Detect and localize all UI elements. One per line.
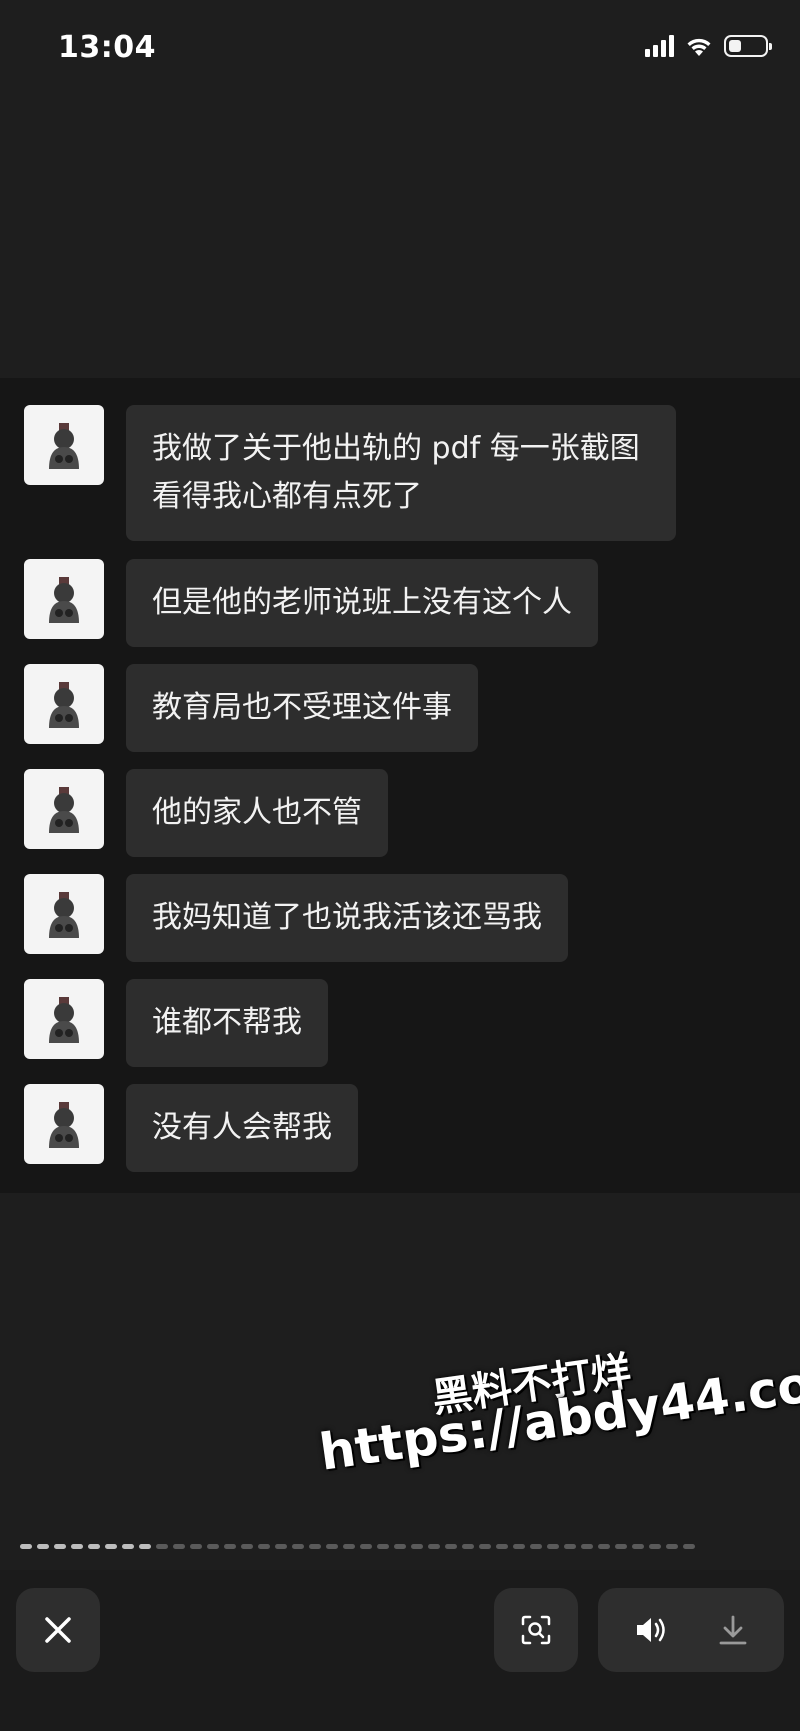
signal-icon [645, 35, 674, 57]
avatar [24, 769, 104, 849]
progress-segment [377, 1544, 389, 1549]
progress-segment [122, 1544, 134, 1549]
progress-segment [105, 1544, 117, 1549]
progress-segment [258, 1544, 270, 1549]
bottom-control-bar [0, 1570, 800, 1731]
progress-segment [37, 1544, 49, 1549]
avatar [24, 1084, 104, 1164]
message-row: 没有人会帮我 [24, 1084, 358, 1172]
status-time: 13:04 [58, 30, 156, 65]
avatar-figure-icon [49, 787, 79, 833]
progress-segment [496, 1544, 508, 1549]
story-progress-bar [20, 1544, 780, 1549]
progress-segment [360, 1544, 372, 1549]
progress-segment [445, 1544, 457, 1549]
progress-segment [326, 1544, 338, 1549]
chat-screenshot: 我做了关于他出轨的 pdf 每一张截图看得我心都有点死了 但是他的老师说班上没有… [0, 378, 800, 1193]
progress-segment [462, 1544, 474, 1549]
progress-segment [224, 1544, 236, 1549]
battery-icon [724, 35, 772, 57]
progress-segment [411, 1544, 423, 1549]
close-icon [45, 1617, 71, 1643]
progress-segment [71, 1544, 83, 1549]
progress-segment [275, 1544, 287, 1549]
progress-segment [207, 1544, 219, 1549]
progress-segment [564, 1544, 576, 1549]
progress-segment [479, 1544, 491, 1549]
progress-segment [666, 1544, 678, 1549]
avatar-figure-icon [49, 997, 79, 1043]
progress-segment [292, 1544, 304, 1549]
avatar [24, 559, 104, 639]
progress-segment [139, 1544, 151, 1549]
message-row: 我做了关于他出轨的 pdf 每一张截图看得我心都有点死了 [24, 405, 676, 541]
message-row: 教育局也不受理这件事 [24, 664, 478, 752]
message-bubble: 但是他的老师说班上没有这个人 [126, 559, 598, 647]
volume-icon[interactable] [634, 1615, 670, 1645]
progress-segment [54, 1544, 66, 1549]
progress-segment [241, 1544, 253, 1549]
scan-text-button[interactable] [494, 1588, 578, 1672]
status-icons [645, 34, 772, 58]
avatar-figure-icon [49, 892, 79, 938]
progress-segment [309, 1544, 321, 1549]
message-row: 谁都不帮我 [24, 979, 328, 1067]
progress-segment [598, 1544, 610, 1549]
progress-segment [394, 1544, 406, 1549]
avatar-figure-icon [49, 577, 79, 623]
avatar-figure-icon [49, 1102, 79, 1148]
progress-segment [547, 1544, 559, 1549]
story-viewer-screen: 13:04 我做了关于他出轨的 pdf 每一张截图看得我心都有点死了 但是他的老… [0, 0, 800, 1731]
message-row: 他的家人也不管 [24, 769, 388, 857]
progress-segment [513, 1544, 525, 1549]
avatar [24, 874, 104, 954]
wifi-icon [687, 38, 711, 56]
message-bubble: 谁都不帮我 [126, 979, 328, 1067]
status-bar: 13:04 [0, 0, 800, 100]
progress-segment [649, 1544, 661, 1549]
close-button[interactable] [16, 1588, 100, 1672]
message-bubble: 我做了关于他出轨的 pdf 每一张截图看得我心都有点死了 [126, 405, 676, 541]
progress-segment [632, 1544, 644, 1549]
download-icon[interactable] [718, 1614, 748, 1646]
progress-segment [88, 1544, 100, 1549]
progress-segment [428, 1544, 440, 1549]
message-row: 但是他的老师说班上没有这个人 [24, 559, 598, 647]
progress-segment [530, 1544, 542, 1549]
message-row: 我妈知道了也说我活该还骂我 [24, 874, 568, 962]
progress-segment [156, 1544, 168, 1549]
avatar [24, 979, 104, 1059]
progress-segment [173, 1544, 185, 1549]
message-bubble: 没有人会帮我 [126, 1084, 358, 1172]
progress-segment [581, 1544, 593, 1549]
message-bubble: 他的家人也不管 [126, 769, 388, 857]
avatar [24, 664, 104, 744]
progress-segment [683, 1544, 695, 1549]
avatar [24, 405, 104, 485]
message-bubble: 我妈知道了也说我活该还骂我 [126, 874, 568, 962]
progress-segment [190, 1544, 202, 1549]
media-controls [598, 1588, 784, 1672]
progress-segment [615, 1544, 627, 1549]
progress-segment [343, 1544, 355, 1549]
scan-text-icon [521, 1615, 551, 1645]
progress-segment [20, 1544, 32, 1549]
avatar-figure-icon [49, 423, 79, 469]
message-bubble: 教育局也不受理这件事 [126, 664, 478, 752]
avatar-figure-icon [49, 682, 79, 728]
